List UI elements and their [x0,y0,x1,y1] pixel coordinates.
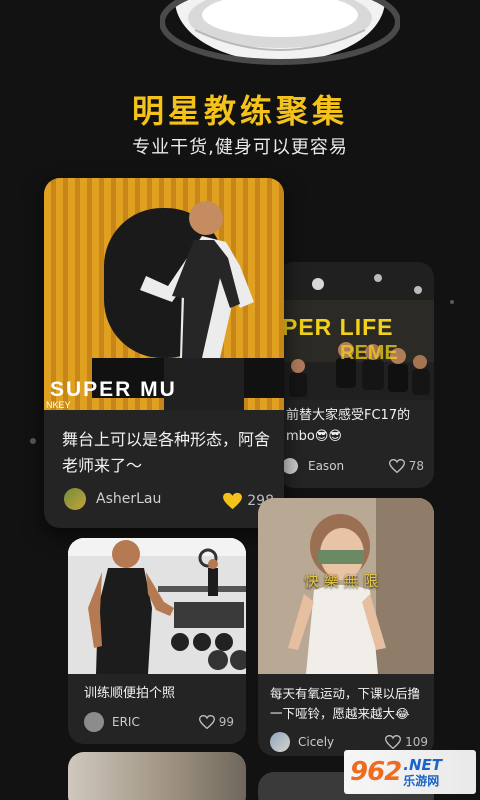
photo-sign-text: PER LIFE [282,314,394,340]
photo-overlay-text: 快 樂 無 限 [304,572,379,590]
stage-sign-text: NKEY [46,400,71,410]
author-name: Cicely [298,735,335,749]
post-card-partial[interactable] [68,752,246,800]
post-caption: 每天有氧运动，下课以后撸一下哑铃，愿越来越大😂 [270,686,421,721]
post-caption: 训练顺便拍个照 [84,686,176,701]
heart-outline-icon [198,715,215,729]
avatar [270,732,290,752]
post-caption: 舞台上可以是各种形态，阿舍老师来了～ [62,430,271,475]
post-photo: PER LIFE REME [278,262,434,400]
post-photo: 快 樂 無 限 [258,498,434,674]
post-card[interactable]: 训练顺便拍个照 ERIC 99 [68,538,246,744]
author-name: ERIC [112,715,140,729]
like-button[interactable]: 99 [198,715,234,729]
post-photo: SUPER MU NKEY [44,178,284,410]
page-subtitle: 专业干货,健身可以更容易 [132,137,348,158]
post-author[interactable]: Cicely [270,732,334,752]
like-count: 78 [408,459,424,473]
stage-performer-photo [92,201,284,410]
planet-decoration [160,0,400,65]
heart-outline-icon [388,459,405,473]
gym-selfie-photo [68,538,246,674]
post-author[interactable]: AsherLau [64,488,161,510]
heart-outline-icon [385,735,402,749]
like-button[interactable]: 109 [385,735,428,749]
stage-sign-text: SUPER MU [50,378,177,401]
avatar [282,458,298,474]
avatar [84,712,104,732]
site-watermark: 962 .NET 乐游网 [344,750,476,794]
watermark-sub: 乐游网 [403,773,440,788]
page-title: 明星教练聚集 [131,92,348,130]
like-button[interactable]: 78 [388,459,424,473]
author-name: Eason [308,459,345,473]
post-photo [68,752,246,800]
decor-dot [450,300,454,304]
photo-sign-text: REME [340,342,398,364]
post-author[interactable]: Eason [282,458,344,474]
post-card[interactable]: 快 樂 無 限 每天有氧运动，下课以后撸一下哑铃，愿越来越大😂 Cicely 1… [258,498,434,756]
like-count: 109 [405,735,428,749]
decor-dot [30,438,36,444]
author-name: AsherLau [96,491,162,507]
watermark-number: 962 [350,757,402,787]
post-card[interactable]: SUPER MU NKEY 舞台上可以是各种形态，阿舍老师来了～ AsherLa… [44,178,284,528]
post-author[interactable]: ERIC [84,712,140,732]
heart-filled-icon [223,492,243,510]
like-count: 99 [218,715,234,729]
post-caption: 前替大家感受FC17的mbo😎😎 [286,408,411,444]
avatar [64,488,86,510]
post-card[interactable]: PER LIFE REME 前替大家感受FC17的mbo😎😎 Eason 78 [278,262,434,488]
watermark-suffix: .NET [403,755,443,774]
post-photo [68,538,246,674]
